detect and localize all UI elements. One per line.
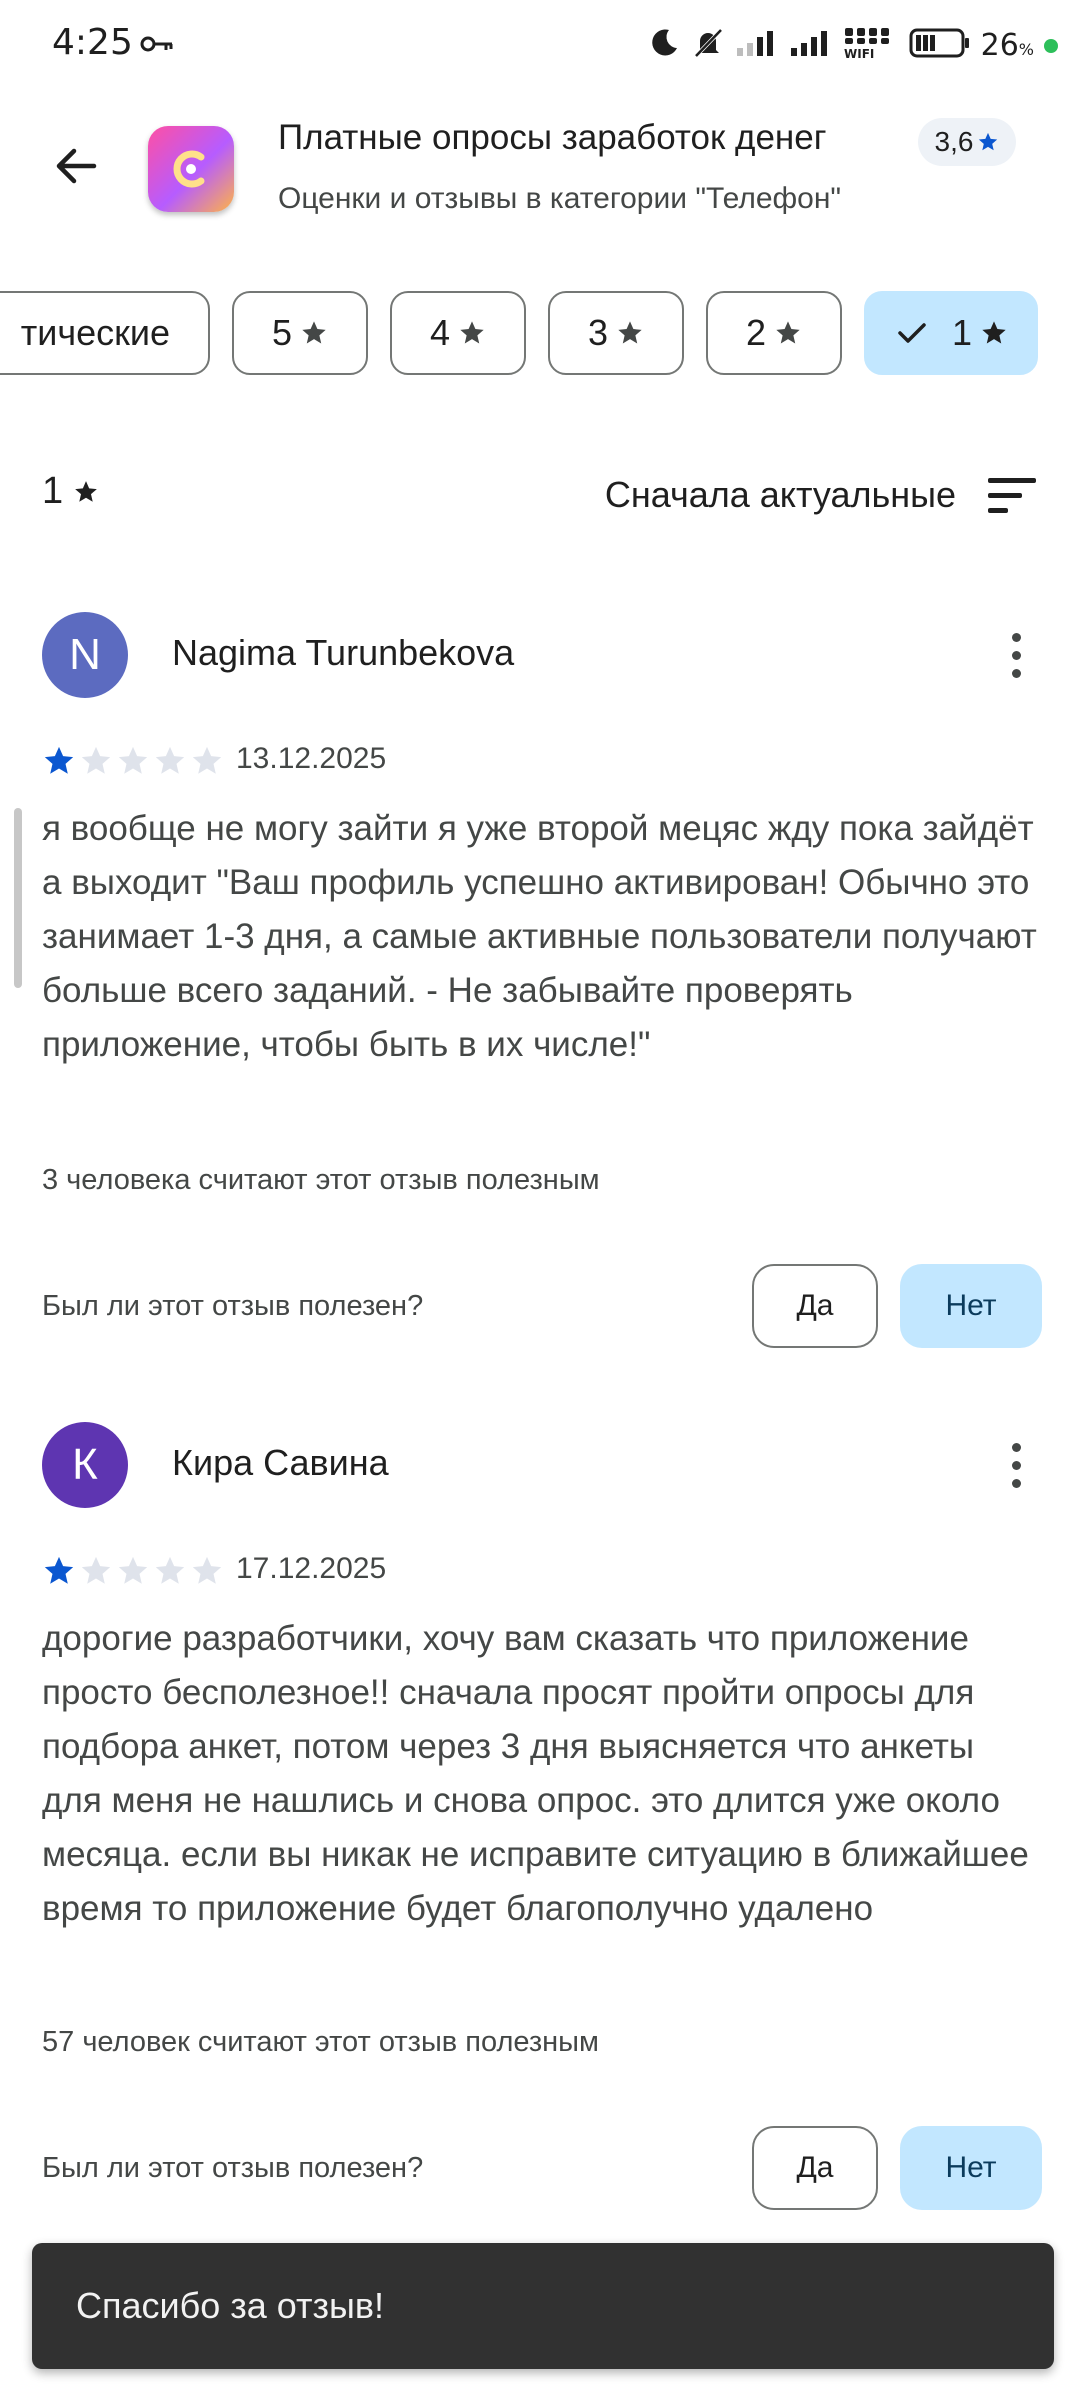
star-filled-icon bbox=[44, 746, 74, 774]
snackbar: Спасибо за отзыв! bbox=[32, 2243, 1054, 2369]
status-time: 4:25 bbox=[52, 22, 133, 63]
chip-2-stars[interactable]: 2 bbox=[706, 291, 842, 375]
svg-text:WIFI: WIFI bbox=[844, 47, 874, 60]
app-icon bbox=[148, 126, 234, 212]
status-icons: WIFI 26% bbox=[647, 26, 1058, 65]
star-icon bbox=[460, 321, 484, 344]
star-icon bbox=[979, 132, 998, 151]
helpful-yes-button[interactable]: Да bbox=[752, 1264, 878, 1348]
sort-icon[interactable] bbox=[986, 474, 1038, 518]
chip-5-stars[interactable]: 5 bbox=[232, 291, 368, 375]
signal-1-icon bbox=[735, 28, 779, 63]
more-vert-icon bbox=[1011, 632, 1021, 642]
star-empty-icon bbox=[118, 746, 148, 774]
back-button[interactable] bbox=[40, 130, 112, 202]
star-icon bbox=[618, 321, 642, 344]
star-empty-icon bbox=[81, 746, 111, 774]
star-empty-icon bbox=[192, 1556, 222, 1584]
review-date: 13.12.2025 bbox=[236, 742, 387, 775]
helpful-question: Был ли этот отзыв полезен? bbox=[42, 1290, 424, 1322]
review-stars bbox=[42, 744, 224, 778]
snackbar-message: Спасибо за отзыв! bbox=[76, 2285, 385, 2326]
star-empty-icon bbox=[155, 746, 185, 774]
status-bar: 4:25 WIFI 26% bbox=[0, 0, 1080, 96]
battery-icon bbox=[909, 27, 971, 64]
review-stars bbox=[42, 1554, 224, 1588]
star-empty-icon bbox=[81, 1556, 111, 1584]
more-options-button[interactable] bbox=[988, 620, 1044, 690]
mute-bell-icon bbox=[691, 26, 725, 65]
more-vert-icon bbox=[1011, 1442, 1021, 1452]
rating-value: 3,6 bbox=[934, 126, 974, 157]
moon-icon bbox=[647, 26, 681, 65]
app-subtitle: Оценки и отзывы в категории "Телефон" bbox=[278, 182, 842, 215]
chip-1-star-selected[interactable]: 1 bbox=[864, 291, 1038, 375]
star-empty-icon bbox=[192, 746, 222, 774]
filter-chips: тические 5 4 3 2 1 bbox=[0, 291, 1080, 375]
helpful-no-button[interactable]: Нет bbox=[900, 2126, 1042, 2210]
star-empty-icon bbox=[118, 1556, 148, 1584]
more-options-button[interactable] bbox=[988, 1430, 1044, 1500]
helpful-count: 3 человека считают этот отзыв полезным bbox=[42, 1164, 600, 1196]
helpful-yes-button[interactable]: Да bbox=[752, 2126, 878, 2210]
check-icon bbox=[898, 323, 926, 343]
key-icon bbox=[140, 34, 174, 59]
app-title: Платные опросы заработок денег bbox=[278, 118, 827, 157]
helpful-question: Был ли этот отзыв полезен? bbox=[42, 2152, 424, 2184]
chip-4-stars[interactable]: 4 bbox=[390, 291, 526, 375]
rating-chip: 3,6 bbox=[918, 118, 1016, 166]
current-rating-filter: 1 bbox=[42, 470, 99, 513]
avatar: К bbox=[42, 1422, 128, 1508]
scroll-indicator bbox=[14, 808, 22, 988]
star-icon bbox=[776, 321, 800, 344]
review-author: Nagima Turunbekova bbox=[172, 632, 515, 673]
review-text: дорогие разработчики, хочу вам сказать ч… bbox=[42, 1619, 1029, 1928]
review-date: 17.12.2025 bbox=[236, 1552, 387, 1585]
helpful-count: 57 человек считают этот отзыв полезным bbox=[42, 2026, 599, 2058]
chip-critical[interactable]: тические bbox=[0, 291, 210, 375]
sort-button[interactable]: Сначала актуальные bbox=[605, 474, 956, 516]
chip-3-stars[interactable]: 3 bbox=[548, 291, 684, 375]
privacy-indicator-dot bbox=[1044, 38, 1058, 53]
battery-percent: 26% bbox=[980, 28, 1034, 63]
star-icon bbox=[982, 321, 1006, 344]
arrow-left-icon bbox=[56, 148, 97, 184]
review-author: Кира Савина bbox=[172, 1442, 389, 1483]
star-empty-icon bbox=[155, 1556, 185, 1584]
review-text: я вообще не могу зайти я уже второй меця… bbox=[42, 809, 1037, 1064]
star-filled-icon bbox=[44, 1556, 74, 1584]
star-icon bbox=[75, 480, 97, 502]
avatar: N bbox=[42, 612, 128, 698]
signal-2-icon bbox=[789, 28, 833, 63]
star-icon bbox=[302, 321, 326, 344]
helpful-no-button[interactable]: Нет bbox=[900, 1264, 1042, 1348]
wifi-icon: WIFI bbox=[843, 26, 899, 65]
